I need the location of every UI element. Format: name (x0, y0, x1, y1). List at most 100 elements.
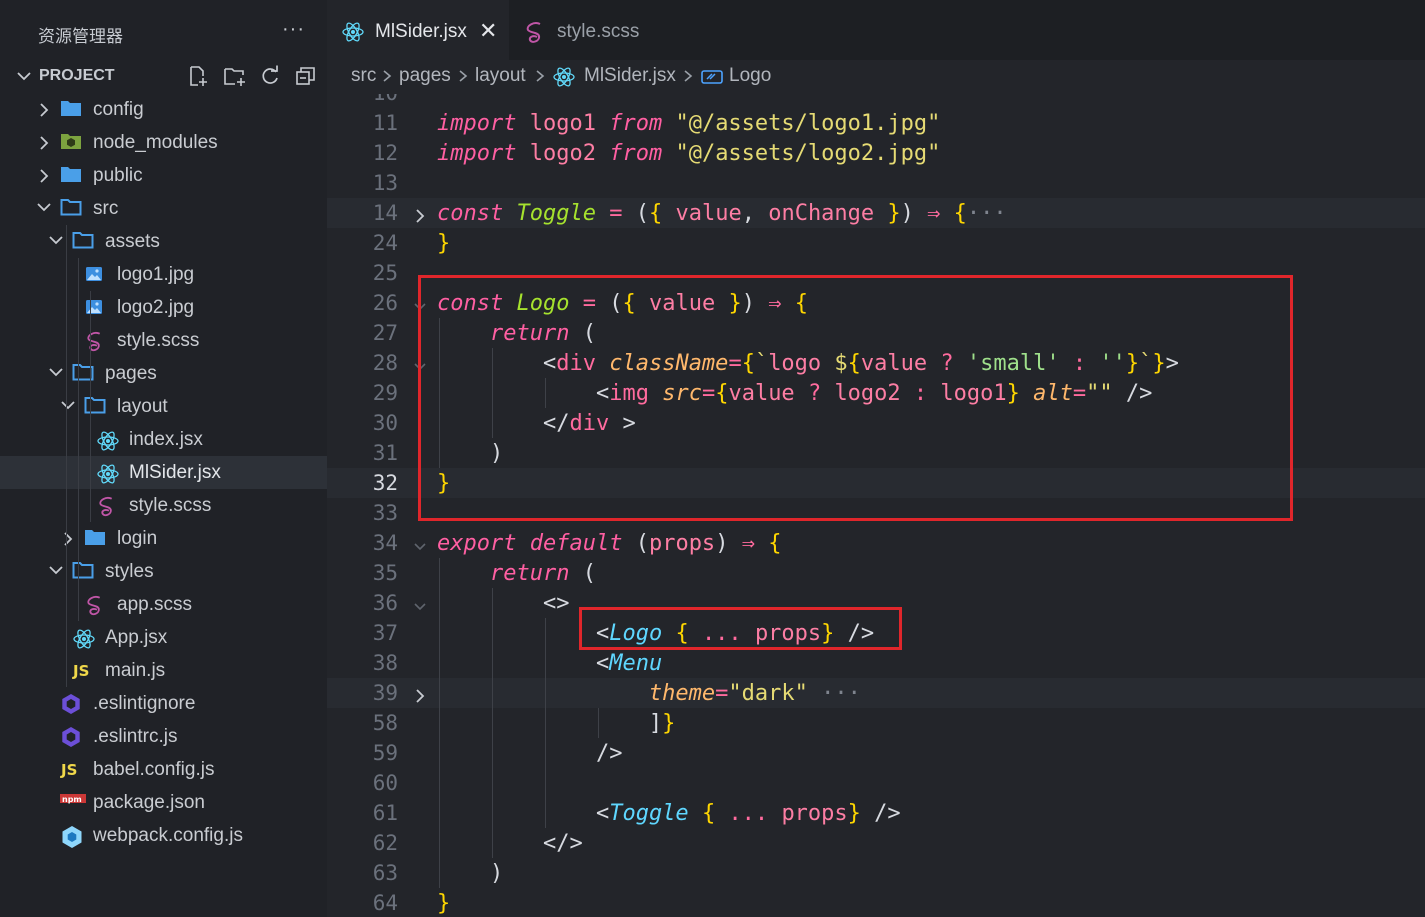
breadcrumb-item-pages[interactable]: pages (399, 65, 451, 87)
npm-file-icon: npm (60, 792, 86, 814)
tree-item[interactable]: JS babel.config.js (0, 753, 327, 786)
react-icon (552, 65, 576, 94)
tree-item[interactable]: assets (0, 225, 327, 258)
collapse-all-button[interactable] (293, 64, 319, 88)
tab-mlsider-jsx[interactable]: MlSider.jsx ✕ (327, 0, 509, 60)
code-line[interactable]: 24} (327, 228, 1425, 258)
code-text: <Toggle { ... props} /> (595, 801, 901, 826)
eslint-file-icon (60, 693, 82, 715)
tree-item[interactable]: style.scss (0, 489, 327, 522)
javascript-file-icon: JS (72, 660, 94, 682)
tree-item[interactable]: logo1.jpg (0, 258, 327, 291)
code-line[interactable]: 35 return ( (327, 558, 1425, 588)
line-number: 25 (372, 261, 398, 285)
chevron-down-icon (60, 399, 76, 418)
chevron-down-icon[interactable] (413, 595, 427, 620)
annotation-box-logo-usage (579, 607, 902, 650)
tab-label: style.scss (557, 21, 640, 42)
tree-item[interactable]: MlSider.jsx (0, 456, 327, 489)
tree-item[interactable]: .eslintignore (0, 687, 327, 720)
code-line[interactable]: 10 (327, 94, 1425, 108)
line-number: 62 (372, 831, 398, 855)
chevron-down-icon (48, 366, 64, 385)
tab-label: MlSider.jsx (375, 21, 467, 42)
code-line[interactable]: 13 (327, 168, 1425, 198)
close-tab-button[interactable]: ✕ (479, 18, 497, 44)
code-line[interactable]: 11 import logo1 from "@/assets/logo1.jpg" (327, 108, 1425, 138)
breadcrumb-item-file[interactable]: MlSider.jsx (584, 65, 676, 87)
svg-text:npm: npm (62, 795, 82, 804)
breadcrumb-item-layout[interactable]: layout (475, 65, 526, 87)
line-number: 30 (372, 411, 398, 435)
tree-item-label: assets (105, 231, 160, 252)
code-text: </> (542, 831, 583, 856)
tree-item[interactable]: pages (0, 357, 327, 390)
explorer-header: 资源管理器 ··· (0, 0, 327, 60)
breadcrumb-item-src[interactable]: src (351, 65, 376, 87)
tree-item-label: MlSider.jsx (129, 462, 221, 483)
tree-item[interactable]: config (0, 93, 327, 126)
webpack-file-icon (60, 825, 82, 848)
react-file-icon (72, 627, 95, 649)
tree-item[interactable]: src (0, 192, 327, 225)
folder-open-icon (72, 231, 94, 253)
tree-item[interactable]: logo2.jpg (0, 291, 327, 324)
chevron-right-icon[interactable] (413, 205, 427, 230)
folder-open-icon (84, 396, 106, 418)
breadcrumb: src pages layout MlSider.jsx Logo (327, 60, 1425, 94)
code-line[interactable]: 12 import logo2 from "@/assets/logo2.jpg" (327, 138, 1425, 168)
code-line[interactable]: 34 export default (props) ⇒ { (327, 528, 1425, 558)
tree-item[interactable]: style.scss (0, 324, 327, 357)
new-folder-button[interactable] (221, 64, 247, 88)
chevron-down-icon (16, 68, 32, 89)
code-line[interactable]: 63 ) (327, 858, 1425, 888)
refresh-icon (262, 65, 278, 84)
tab-style-scss[interactable]: style.scss (509, 0, 659, 60)
code-editor[interactable]: 10 11 import logo1 from "@/assets/logo1.jp… (327, 94, 1425, 917)
tree-item[interactable]: App.jsx (0, 621, 327, 654)
line-number: 59 (372, 741, 398, 765)
line-number: 28 (372, 351, 398, 375)
tree-item[interactable]: npm package.json (0, 786, 327, 819)
annotation-box-logo-component (418, 275, 1293, 521)
chevron-right-icon (37, 135, 51, 156)
project-section-header[interactable]: PROJECT (0, 60, 327, 92)
chevron-right-icon (37, 102, 51, 123)
new-file-button[interactable] (185, 64, 211, 88)
tree-item[interactable]: styles (0, 555, 327, 588)
tree-item-label: app.scss (117, 594, 192, 615)
tree-item[interactable]: public (0, 159, 327, 192)
refresh-button[interactable] (257, 64, 283, 88)
chevron-down-icon[interactable] (413, 535, 427, 560)
tree-item-label: logo2.jpg (117, 297, 195, 318)
tree-item[interactable]: index.jsx (0, 423, 327, 456)
indent-guide (439, 558, 440, 888)
line-number: 63 (372, 861, 398, 885)
chevron-right-icon (61, 531, 75, 552)
folder-icon (84, 528, 106, 550)
line-number: 26 (372, 291, 398, 315)
line-number: 38 (372, 651, 398, 675)
breadcrumb-item-symbol[interactable]: Logo (729, 65, 771, 87)
tree-item-label: login (117, 528, 158, 549)
sass-file-icon (84, 594, 106, 616)
tree-item-label: main.js (105, 660, 166, 681)
tree-item[interactable]: JS main.js (0, 654, 327, 687)
more-actions-button[interactable]: ··· (282, 18, 305, 41)
tree-item[interactable]: login (0, 522, 327, 555)
symbol-variable-icon (701, 69, 723, 90)
tree-item-label: style.scss (117, 330, 200, 351)
explorer-title: 资源管理器 (38, 27, 123, 46)
tree-item-label: logo1.jpg (117, 264, 195, 285)
tree-item[interactable]: layout (0, 390, 327, 423)
code-text: export default (props) ⇒ { (437, 531, 782, 556)
tree-item[interactable]: .eslintrc.js (0, 720, 327, 753)
tree-item[interactable]: app.scss (0, 588, 327, 621)
image-file-icon (84, 264, 106, 286)
tree-item[interactable]: node_modules (0, 126, 327, 159)
chevron-right-icon[interactable] (413, 685, 427, 710)
tree-item[interactable]: webpack.config.js (0, 819, 327, 852)
chevron-right-icon (534, 68, 546, 89)
code-line[interactable]: 64} (327, 888, 1425, 917)
code-line[interactable]: 14 const Toggle = ({ value, onChange }) ⇒… (327, 198, 1425, 228)
